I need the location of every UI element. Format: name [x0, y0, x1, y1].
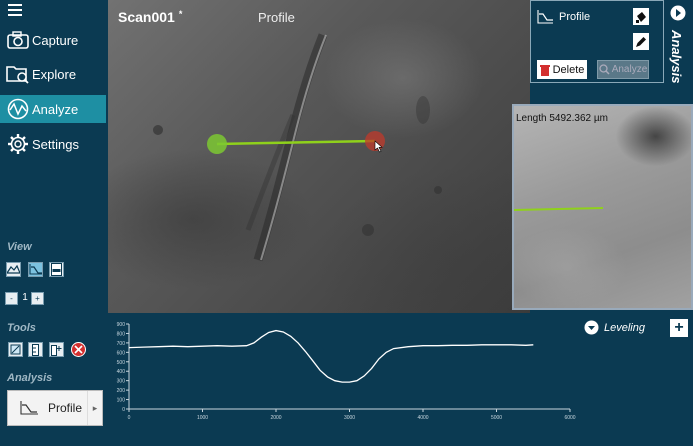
x-tick-label: 5000	[491, 415, 502, 421]
analysis-profile-label: Profile	[48, 401, 83, 415]
profile-color-button[interactable]	[633, 8, 649, 25]
analysis-tab-label: Analysis	[669, 30, 684, 84]
zoom-profile-line	[514, 207, 604, 211]
x-tick-label: 3000	[344, 415, 355, 421]
folder-search-icon	[4, 62, 32, 86]
paint-bucket-icon	[636, 11, 646, 23]
zoom-profile-overlay	[514, 207, 604, 211]
analysis-section-title: Analysis	[7, 372, 53, 384]
y-tick-label: 300	[117, 379, 126, 385]
nav-capture-label: Capture	[32, 32, 79, 48]
x-tick-label: 1000	[197, 415, 208, 421]
x-tick-label: 4000	[417, 415, 428, 421]
profile-graph-icon	[20, 401, 38, 415]
delete-button[interactable]: Delete	[537, 60, 587, 79]
analyze-button[interactable]: Analyze	[597, 60, 649, 79]
y-tick-label: 100	[117, 398, 126, 404]
zoom-decrease-label: -	[10, 294, 13, 303]
y-tick-label: 200	[117, 388, 126, 394]
add-ruler-icon	[50, 344, 61, 356]
zoom-view: Length 5492.362 µm	[512, 104, 693, 310]
profile-graph-icon	[29, 264, 42, 275]
view-3d-button[interactable]	[6, 262, 21, 277]
add-label: +	[674, 319, 684, 336]
nav-analyze-label: Analyze	[32, 101, 79, 117]
zoom-value: 1	[22, 292, 28, 303]
close-icon	[74, 345, 83, 354]
profile-edit-button[interactable]	[633, 33, 649, 50]
tools-section-title: Tools	[7, 322, 36, 334]
zoom-increase-button[interactable]: +	[31, 292, 44, 305]
gear-icon	[4, 132, 32, 156]
profile-name: Profile	[559, 11, 591, 23]
pdf-document-icon	[51, 263, 62, 276]
nav-capture[interactable]: Capture	[0, 26, 106, 54]
scan-image-view[interactable]: Scan001 * Profile	[108, 0, 530, 313]
ruler-icon	[32, 343, 39, 356]
nav-analyze[interactable]: Analyze	[0, 95, 106, 123]
zoom-increase-label: +	[35, 294, 40, 303]
x-tick-label: 2000	[270, 415, 281, 421]
profile-panel: Profile Delete Analyze	[530, 0, 664, 83]
collapse-arrow-icon[interactable]	[670, 5, 686, 21]
y-tick-label: 400	[117, 369, 126, 375]
nav-settings-label: Settings	[32, 136, 79, 152]
pencil-icon	[636, 36, 646, 47]
profile-start-handle[interactable]	[207, 134, 227, 154]
scan-title-text: Scan001	[118, 9, 175, 25]
y-tick-label: 600	[117, 350, 126, 356]
profile-overlay[interactable]	[108, 0, 530, 313]
analyze-wave-icon	[4, 97, 32, 121]
unsaved-marker: *	[178, 9, 183, 19]
profile-graph-icon	[537, 10, 553, 24]
scan-title: Scan001 *	[118, 9, 182, 25]
view-profile-button[interactable]	[28, 262, 43, 277]
y-tick-label: 900	[117, 322, 126, 328]
analysis-side-tab[interactable]: Analysis	[664, 0, 693, 104]
nav-explore-label: Explore	[32, 66, 77, 82]
x-tick-label: 0	[128, 415, 131, 421]
chevron-right-icon[interactable]: ▸	[87, 391, 102, 425]
y-tick-label: 800	[117, 331, 126, 337]
nav-settings[interactable]: Settings	[0, 130, 106, 158]
y-tick-label: 0	[122, 407, 125, 413]
chevron-down-icon	[584, 320, 599, 335]
y-tick-label: 500	[117, 360, 126, 366]
scan-mode-label: Profile	[258, 10, 295, 25]
add-button[interactable]: +	[670, 319, 688, 337]
leveling-label: Leveling	[604, 321, 645, 334]
hamburger-menu-icon[interactable]	[8, 3, 22, 16]
view-section-title: View	[7, 241, 32, 253]
tool-measure-button[interactable]	[8, 342, 23, 357]
view-pdf-button[interactable]	[49, 262, 64, 277]
sidebar: Capture Explore Analyze Settings View - …	[0, 0, 108, 441]
zoom-decrease-button[interactable]: -	[5, 292, 18, 305]
measure-area-icon	[10, 344, 21, 355]
x-tick-label: 6000	[564, 415, 575, 421]
analyze-label: Analyze	[611, 64, 648, 75]
delete-label: Delete	[552, 63, 585, 76]
tool-add-ruler-button[interactable]	[49, 342, 64, 357]
terrain-3d-icon	[7, 264, 20, 274]
camera-icon	[4, 28, 32, 52]
tool-clear-button[interactable]	[71, 342, 86, 357]
analysis-profile-button[interactable]: Profile ▸	[7, 390, 103, 426]
tool-ruler-button[interactable]	[28, 342, 43, 357]
nav-explore[interactable]: Explore	[0, 60, 106, 88]
magnifier-icon	[599, 64, 610, 75]
profile-series-line	[128, 329, 534, 383]
trash-icon	[539, 64, 550, 76]
leveling-toggle[interactable]: Leveling	[584, 320, 645, 335]
profile-line[interactable]	[216, 139, 376, 146]
y-tick-label: 700	[117, 341, 126, 347]
